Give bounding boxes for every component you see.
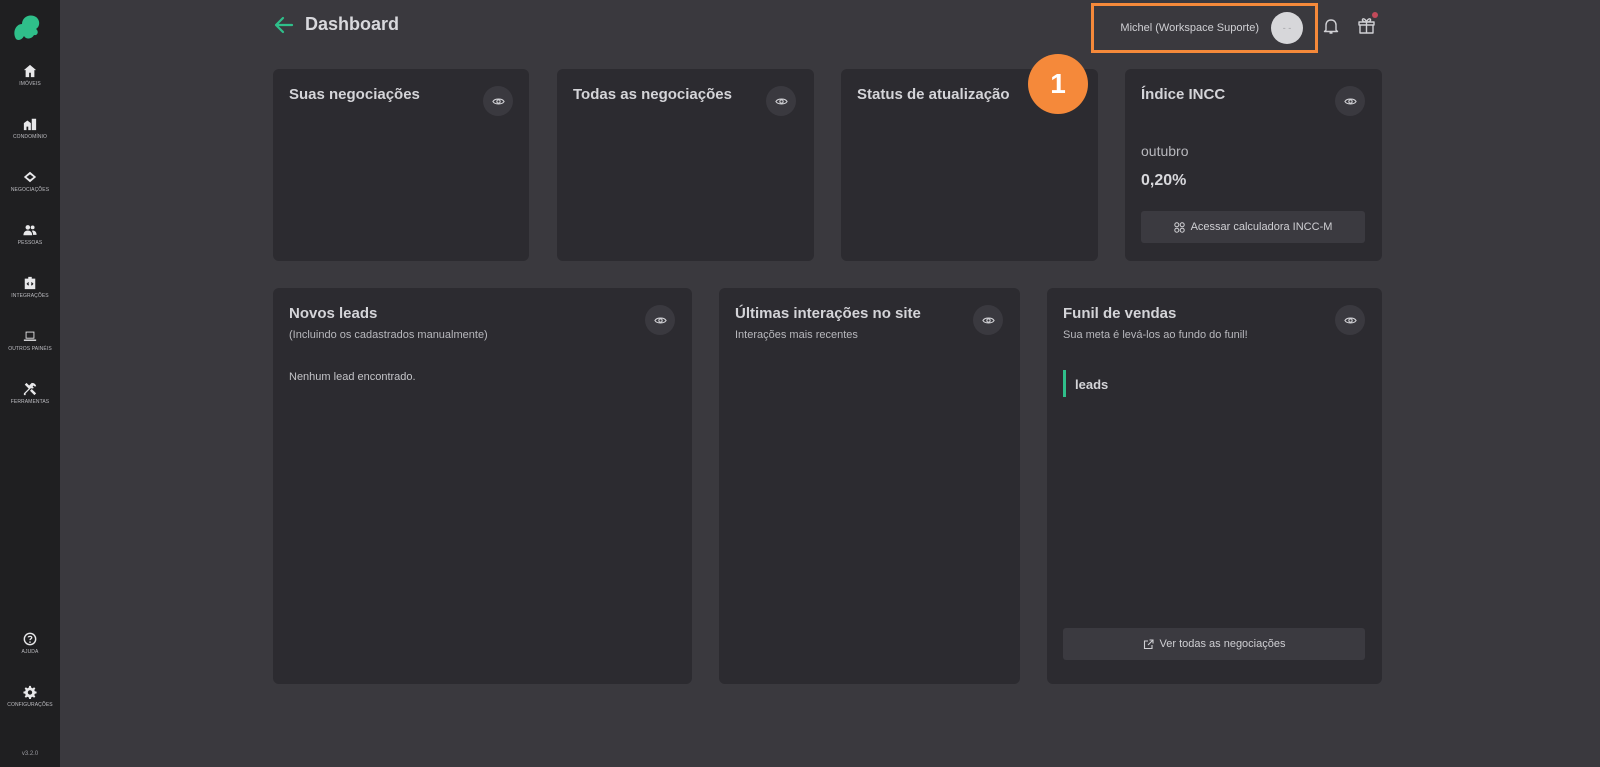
- avatar-text: - -: [1282, 23, 1292, 33]
- bell-icon[interactable]: [1322, 17, 1340, 35]
- sidebar-item-label: INTEGRAÇÕES: [11, 293, 49, 299]
- visibility-toggle-button[interactable]: [645, 305, 675, 335]
- page-title: Dashboard: [305, 14, 400, 34]
- eye-icon: [981, 317, 995, 323]
- empty-state-text: Nenhum lead encontrado.: [289, 371, 416, 383]
- sidebar-item-pessoas[interactable]: PESSOAS: [0, 223, 60, 246]
- laptop-icon: [23, 331, 37, 341]
- back-arrow-icon[interactable]: [274, 16, 294, 34]
- incc-month: outubro: [1141, 143, 1189, 159]
- card-title: Índice INCC: [1141, 86, 1226, 103]
- card-title: Status de atualização: [857, 86, 1010, 103]
- card-subtitle: Sua meta é levá-los ao fundo do funil!: [1063, 329, 1248, 341]
- sidebar-item-negociacoes[interactable]: NEGOCIAÇÕES: [0, 170, 60, 193]
- visibility-toggle-button[interactable]: [483, 86, 513, 116]
- integrations-icon: [24, 276, 36, 290]
- eye-icon: [1343, 317, 1357, 323]
- incc-calculator-button[interactable]: Acessar calculadora INCC-M: [1141, 211, 1365, 243]
- tools-icon: [23, 382, 37, 396]
- user-name: Michel (Workspace Suporte): [1120, 22, 1259, 34]
- eye-icon: [1343, 98, 1357, 104]
- card-title: Últimas interações no site: [735, 305, 921, 322]
- user-menu[interactable]: Michel (Workspace Suporte) - -: [1091, 3, 1318, 53]
- funnel-stage-label[interactable]: leads: [1075, 377, 1108, 392]
- card-todas-negociacoes: Todas as negociações: [557, 69, 814, 261]
- sidebar-item-label: FERRAMENTAS: [10, 399, 50, 405]
- building-icon: [23, 118, 37, 131]
- sidebar-item-outros-paineis[interactable]: OUTROS PAINÉIS: [0, 329, 60, 352]
- app-version: v3.2.0: [21, 751, 39, 757]
- sidebar-item-configuracoes[interactable]: CONFIGURAÇÕES: [0, 685, 60, 708]
- sidebar: IMÓVEIS CONDOMÍNIO NEGOCIAÇÕES PESSOAS I…: [0, 0, 60, 767]
- sidebar-item-imoveis[interactable]: IMÓVEIS: [0, 64, 60, 87]
- card-novos-leads: Novos leads (Incluindo os cadastrados ma…: [273, 288, 692, 684]
- sidebar-item-integracoes[interactable]: INTEGRAÇÕES: [0, 276, 60, 299]
- visibility-toggle-button[interactable]: [1335, 305, 1365, 335]
- card-title: Todas as negociações: [573, 86, 732, 103]
- eye-icon: [491, 98, 505, 104]
- sidebar-item-ferramentas[interactable]: FERRAMENTAS: [0, 382, 60, 405]
- step-number-badge: 1: [1028, 54, 1088, 114]
- gear-icon: [23, 685, 37, 699]
- eye-icon: [653, 317, 667, 323]
- sidebar-item-label: NEGOCIAÇÕES: [10, 187, 50, 193]
- card-suas-negociacoes: Suas negociações: [273, 69, 529, 261]
- visibility-toggle-button[interactable]: [1335, 86, 1365, 116]
- view-all-deals-button[interactable]: Ver todas as negociações: [1063, 628, 1365, 660]
- card-title: Funil de vendas: [1063, 305, 1177, 322]
- sidebar-item-label: PESSOAS: [17, 240, 43, 246]
- funnel-stage-bar: [1063, 370, 1066, 397]
- sidebar-item-label: AJUDA: [21, 649, 39, 655]
- incc-button-label: Acessar calculadora INCC-M: [1190, 221, 1333, 233]
- card-subtitle: Interações mais recentes: [735, 329, 858, 341]
- card-indice-incc: Índice INCC outubro 0,20% Acessar calcul…: [1125, 69, 1382, 261]
- sidebar-item-label: CONDOMÍNIO: [12, 134, 48, 140]
- card-subtitle: (Incluindo os cadastrados manualmente): [289, 329, 488, 341]
- calculator-icon: [1173, 221, 1185, 233]
- card-funil-vendas: Funil de vendas Sua meta é levá-los ao f…: [1047, 288, 1382, 684]
- notification-dot: [1372, 12, 1378, 18]
- sidebar-item-label: CONFIGURAÇÕES: [7, 702, 53, 708]
- card-ultimas-interacoes: Últimas interações no site Interações ma…: [719, 288, 1020, 684]
- home-icon: [23, 64, 37, 78]
- view-all-deals-label: Ver todas as negociações: [1159, 638, 1286, 650]
- handshake-icon: [23, 171, 37, 183]
- sidebar-item-condominio[interactable]: CONDOMÍNIO: [0, 117, 60, 140]
- incc-value: 0,20%: [1141, 172, 1187, 189]
- gift-icon[interactable]: [1357, 16, 1376, 35]
- people-icon: [23, 225, 37, 236]
- sidebar-item-label: IMÓVEIS: [19, 81, 41, 87]
- sidebar-item-ajuda[interactable]: AJUDA: [0, 632, 60, 655]
- visibility-toggle-button[interactable]: [766, 86, 796, 116]
- card-title: Novos leads: [289, 305, 378, 322]
- card-title: Suas negociações: [289, 86, 420, 103]
- sidebar-item-label: OUTROS PAINÉIS: [8, 346, 52, 352]
- visibility-toggle-button[interactable]: [973, 305, 1003, 335]
- external-link-icon: [1143, 638, 1154, 649]
- help-icon: [23, 632, 37, 646]
- avatar[interactable]: - -: [1271, 12, 1303, 44]
- app-logo-icon[interactable]: [10, 12, 42, 42]
- eye-icon: [774, 98, 788, 104]
